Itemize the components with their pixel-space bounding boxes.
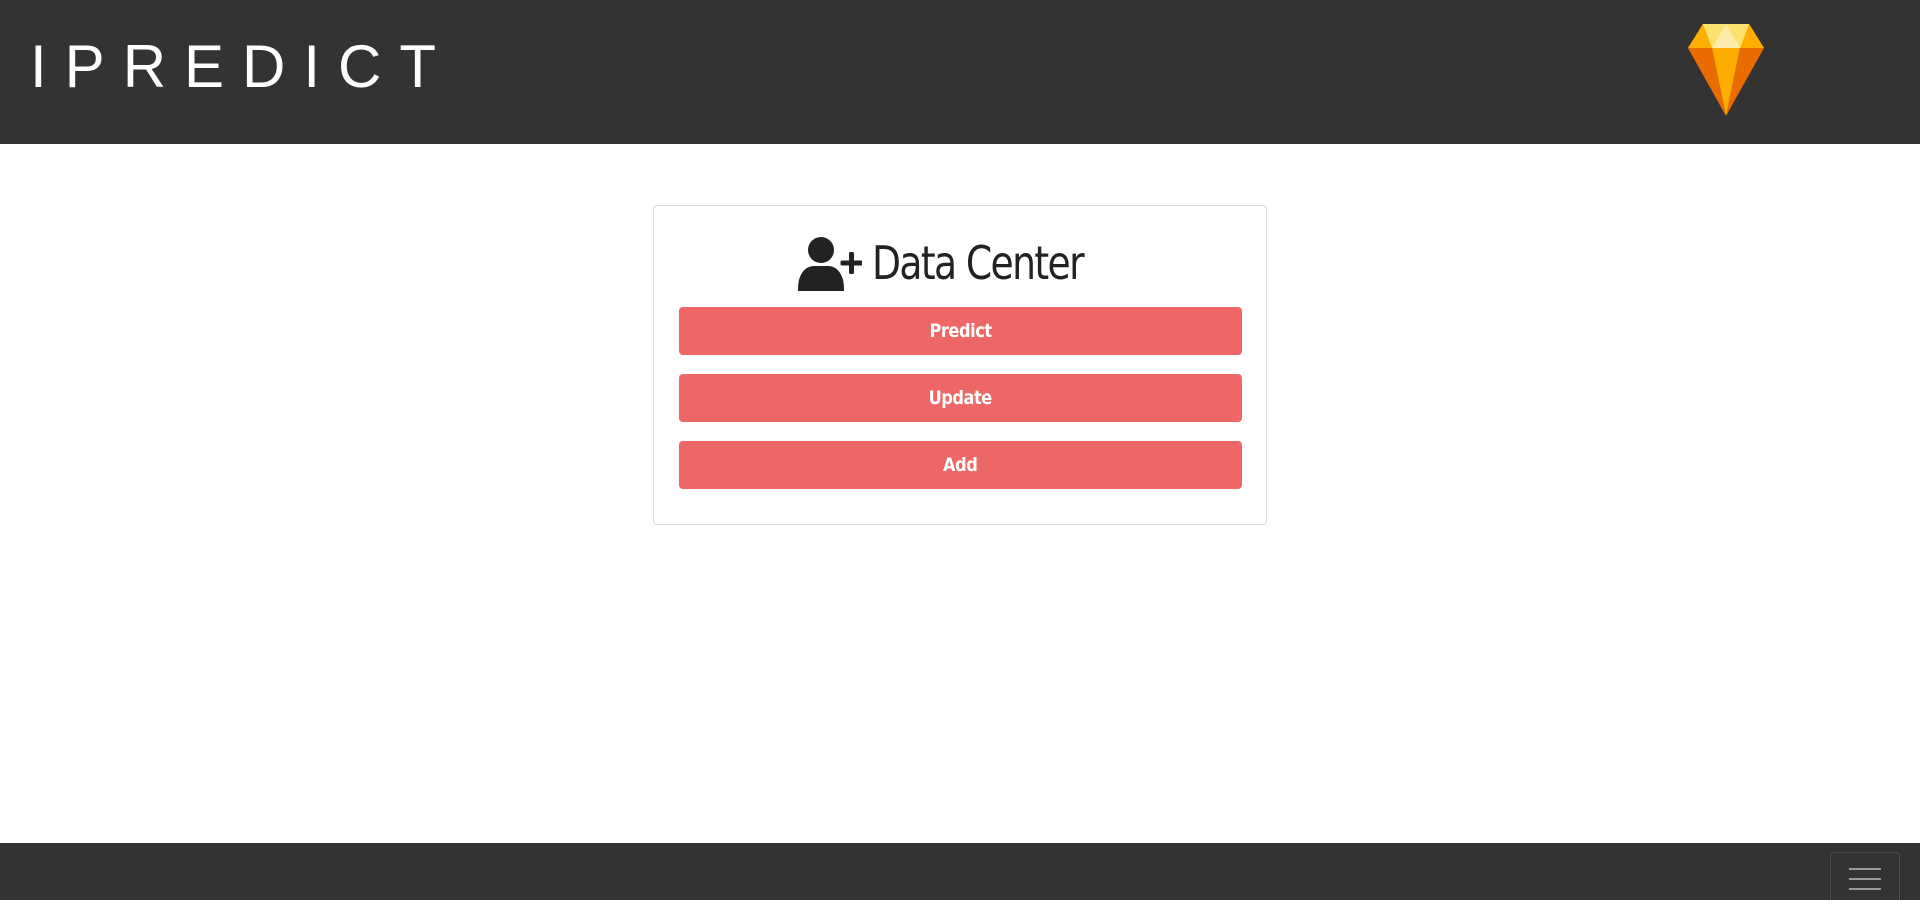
card-header: Data Center (654, 233, 1266, 293)
sketch-diamond-icon[interactable] (1688, 24, 1764, 116)
menu-toggle-button[interactable] (1830, 852, 1900, 900)
predict-button[interactable]: Predict (679, 307, 1242, 355)
brand-title[interactable]: IPREDICT (30, 33, 454, 101)
add-button-label: Add (943, 454, 978, 476)
predict-button-label: Predict (929, 320, 992, 342)
page: IPREDICT Data Center Predict Update Add (0, 0, 1920, 900)
add-button[interactable]: Add (679, 441, 1242, 489)
card-title: Data Center (872, 236, 1085, 290)
update-button-label: Update (928, 387, 993, 409)
user-plus-icon (798, 237, 862, 291)
bottom-navbar (0, 843, 1920, 900)
update-button[interactable]: Update (679, 374, 1242, 422)
top-navbar: IPREDICT (0, 0, 1920, 144)
hamburger-icon (1849, 867, 1881, 891)
data-center-card: Data Center Predict Update Add (653, 205, 1267, 525)
